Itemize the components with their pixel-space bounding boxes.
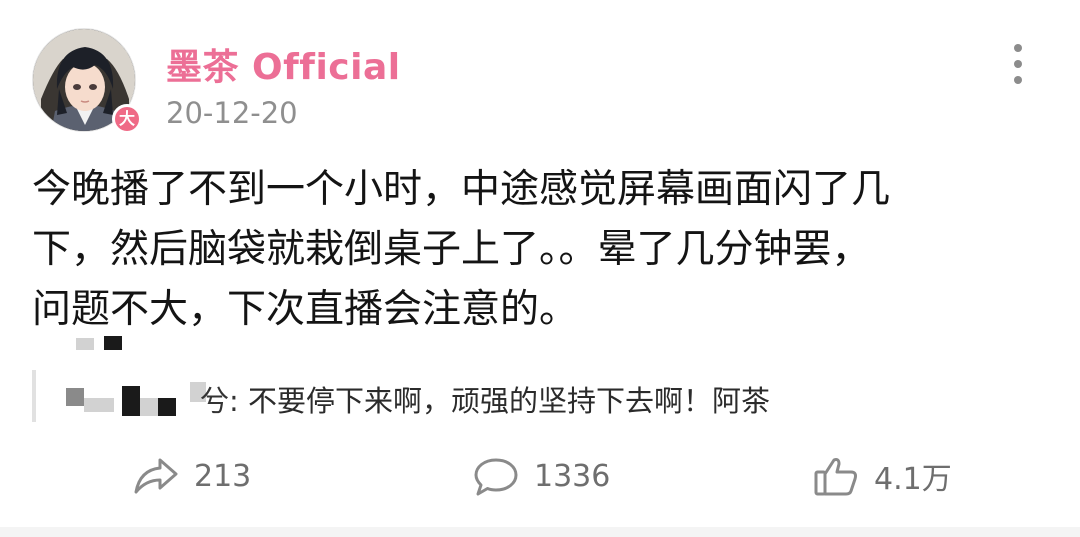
- redaction-block: [104, 336, 122, 350]
- comment-count: 1336: [534, 458, 611, 494]
- quote-author[interactable]: 兮:: [200, 384, 239, 418]
- thumbs-up-icon: [812, 454, 860, 498]
- redaction-block: [84, 398, 114, 412]
- comment-button[interactable]: 1336: [472, 452, 610, 500]
- content-line: 今晚播了不到一个小时，中途感觉屏幕画面闪了几: [32, 167, 891, 212]
- quote-text: 不要停下来啊，顽强的坚持下去啊！阿茶: [248, 384, 771, 418]
- post-date: 20-12-20: [166, 96, 298, 130]
- comment-icon: [472, 454, 520, 498]
- share-count: 213: [194, 458, 252, 494]
- vip-badge: 大: [112, 104, 142, 134]
- share-button[interactable]: 213: [132, 452, 251, 500]
- quote-line: 兮: 不要停下来啊，顽强的坚持下去啊！阿茶: [200, 378, 770, 420]
- content-line: 问题不大，下次直播会注意的。: [32, 287, 579, 332]
- like-count: 4.1万: [874, 462, 952, 497]
- redaction-block: [66, 388, 84, 406]
- post-card: 大 墨茶 Official 20-12-20 今晚播了不到一个小时，中途感觉屏幕…: [0, 0, 1080, 537]
- author-name[interactable]: 墨茶 Official: [166, 38, 401, 90]
- bottom-divider: [0, 527, 1080, 537]
- redaction-block: [122, 386, 140, 416]
- share-icon: [132, 454, 180, 498]
- like-button[interactable]: 4.1万: [812, 452, 952, 500]
- post-content: 今晚播了不到一个小时，中途感觉屏幕画面闪了几 下，然后脑袋就栽倒桌子上了。。晕了…: [32, 160, 1042, 340]
- redaction-block: [158, 398, 176, 416]
- redaction-block: [76, 338, 94, 350]
- more-vertical-icon[interactable]: [1006, 44, 1030, 84]
- redaction-block: [140, 398, 158, 416]
- quote-bar: [32, 370, 36, 422]
- avatar[interactable]: 大: [32, 28, 142, 134]
- content-line: 下，然后脑袋就栽倒桌子上了。。晕了几分钟罢，: [32, 227, 871, 272]
